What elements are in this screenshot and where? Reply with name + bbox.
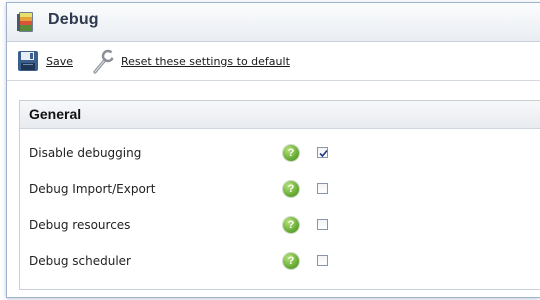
setting-row-debug-resources: Debug resources ? bbox=[20, 212, 540, 240]
setting-label: Debug Import/Export bbox=[29, 182, 156, 196]
help-icon[interactable]: ? bbox=[283, 253, 299, 269]
setting-label: Disable debugging bbox=[29, 146, 142, 160]
general-settings-panel: General Disable debugging ? Debug Import… bbox=[19, 100, 540, 290]
reset-defaults-button[interactable]: Reset these settings to default bbox=[91, 42, 290, 80]
help-icon[interactable]: ? bbox=[283, 181, 299, 197]
setting-row-disable-debugging: Disable debugging ? bbox=[20, 140, 540, 168]
debug-window: Debug Save Reset these settings to defau… bbox=[6, 2, 540, 298]
wrench-icon bbox=[93, 49, 115, 74]
setting-label: Debug resources bbox=[29, 218, 131, 232]
setting-label: Debug scheduler bbox=[29, 254, 131, 268]
window-title: Debug bbox=[48, 11, 99, 28]
save-button[interactable]: Save bbox=[17, 42, 73, 80]
panel-title: General bbox=[29, 106, 82, 122]
setting-row-debug-scheduler: Debug scheduler ? bbox=[20, 248, 540, 276]
debug-book-icon bbox=[17, 12, 33, 32]
panel-header: General bbox=[20, 101, 540, 129]
setting-row-debug-import-export: Debug Import/Export ? bbox=[20, 176, 540, 204]
save-label[interactable]: Save bbox=[46, 55, 73, 68]
debug-resources-checkbox[interactable] bbox=[317, 219, 328, 230]
disable-debugging-checkbox[interactable] bbox=[317, 147, 328, 158]
help-icon[interactable]: ? bbox=[283, 217, 299, 233]
reset-label[interactable]: Reset these settings to default bbox=[121, 55, 290, 68]
toolbar: Save Reset these settings to default bbox=[7, 42, 540, 81]
help-icon[interactable]: ? bbox=[283, 145, 299, 161]
debug-scheduler-checkbox[interactable] bbox=[317, 255, 328, 266]
checkmark-icon bbox=[319, 149, 328, 158]
floppy-disk-icon bbox=[18, 51, 38, 71]
title-bar: Debug bbox=[7, 3, 540, 42]
debug-import-export-checkbox[interactable] bbox=[317, 183, 328, 194]
